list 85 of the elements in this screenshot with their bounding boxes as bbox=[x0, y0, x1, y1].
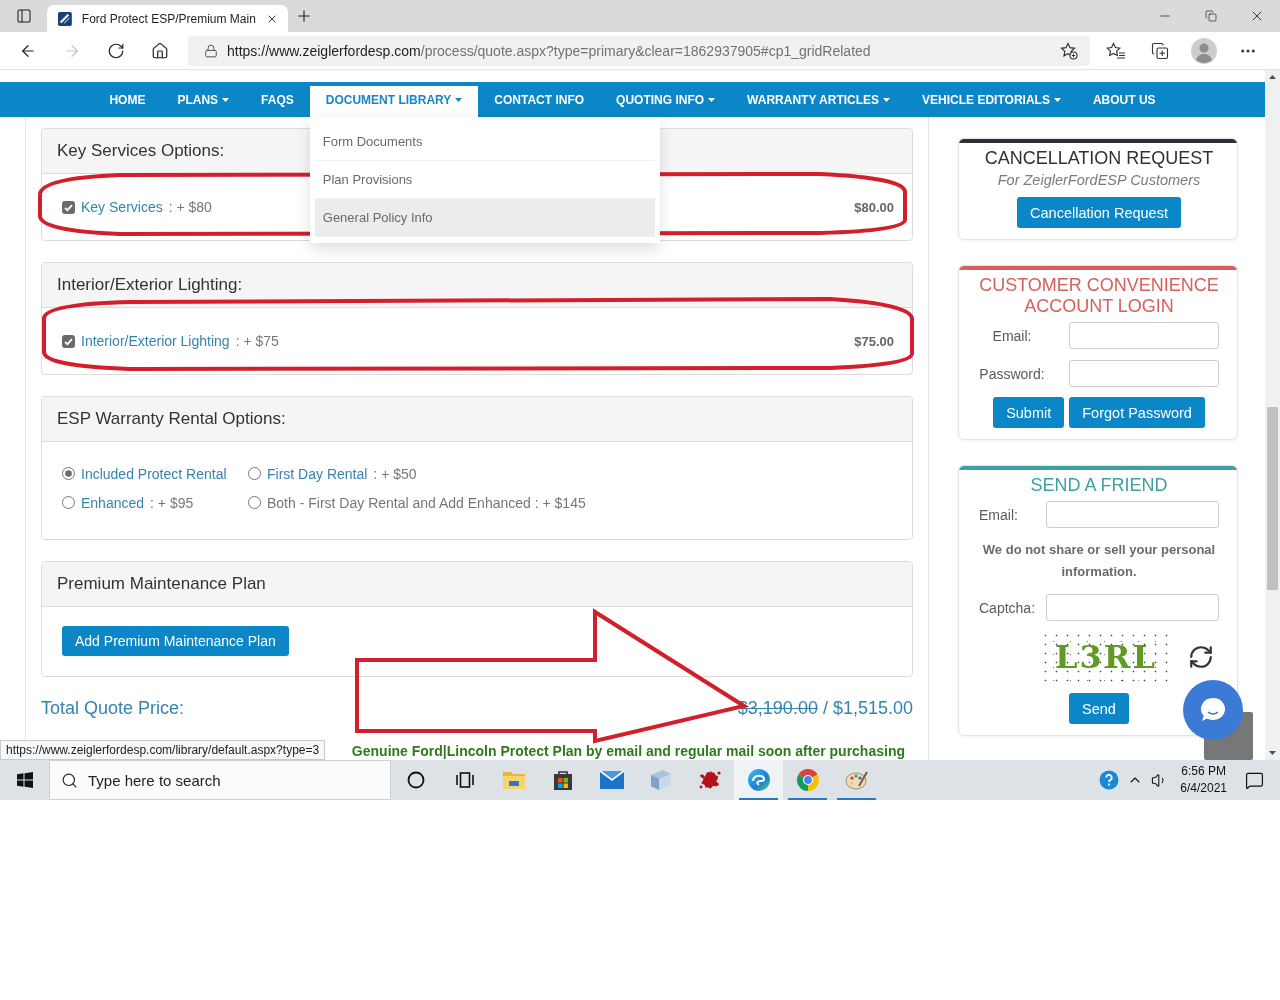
folder-icon bbox=[501, 770, 526, 790]
favorites-icon[interactable] bbox=[1106, 41, 1126, 60]
radio-button[interactable] bbox=[62, 496, 75, 509]
price-amount: $80.00 bbox=[854, 199, 894, 215]
scroll-up-icon[interactable] bbox=[1269, 75, 1276, 79]
scroll-down-icon[interactable] bbox=[1269, 751, 1276, 755]
panel-heading: Premium Maintenance Plan bbox=[42, 562, 912, 607]
nav-link[interactable]: ABOUT US bbox=[1076, 82, 1172, 117]
checkbox[interactable] bbox=[62, 334, 75, 348]
color-wheel-icon bbox=[795, 768, 820, 792]
plus-icon[interactable] bbox=[295, 7, 313, 25]
cube-icon bbox=[648, 769, 673, 791]
option-label: Both - First Day Rental and Add Enhanced : + $145 bbox=[267, 494, 586, 511]
four-panes-icon[interactable] bbox=[16, 772, 33, 788]
option-link[interactable]: First Day Rental bbox=[267, 465, 368, 482]
panel-icon[interactable] bbox=[15, 8, 32, 24]
nav-link[interactable]: FAQS bbox=[245, 82, 310, 117]
option-link[interactable]: Key Services bbox=[81, 199, 163, 215]
nav-link[interactable]: DOCUMENT LIBRARY bbox=[309, 86, 479, 117]
action-button[interactable]: Send bbox=[1069, 693, 1129, 724]
refresh-icon[interactable] bbox=[1188, 644, 1214, 670]
favicon-icon bbox=[58, 10, 72, 27]
nav-link[interactable]: VEHICLE EDITORIALS bbox=[906, 82, 1077, 117]
status-url: https://www.zeiglerfordesp.com/library/default.aspx?type=3 bbox=[0, 740, 326, 760]
card-title: CUSTOMER CONVENIENCE ACCOUNT LOGIN bbox=[979, 275, 1219, 317]
taskbar-search-field[interactable]: Type here to search bbox=[49, 760, 391, 800]
nav-link[interactable]: QUOTING INFO bbox=[600, 82, 732, 117]
card-title: SEND A FRIEND bbox=[1029, 475, 1169, 496]
add-plan-button[interactable]: Add Premium Maintenance Plan bbox=[62, 626, 289, 656]
nav-link[interactable]: PLANS bbox=[161, 82, 246, 117]
action-button[interactable]: Forgot Password bbox=[1069, 397, 1205, 428]
clock-date: 6/4/2021 bbox=[1180, 780, 1227, 797]
option-link[interactable]: Included Protect Rental bbox=[81, 465, 227, 482]
total-price: / $1,515.00 bbox=[822, 697, 913, 719]
option-link[interactable]: Enhanced bbox=[81, 494, 145, 511]
restore-icon[interactable] bbox=[1205, 10, 1217, 22]
radio-button[interactable] bbox=[62, 467, 75, 480]
price-amount: $75.00 bbox=[854, 333, 894, 349]
home-icon[interactable] bbox=[151, 41, 169, 60]
action-button[interactable]: Submit bbox=[993, 397, 1065, 428]
shopping-bag-icon bbox=[551, 769, 574, 791]
input-field[interactable] bbox=[1046, 501, 1219, 528]
total-label: Total Quote Price: bbox=[41, 697, 185, 719]
field-label: Captcha: bbox=[979, 599, 1035, 616]
nav-link[interactable]: WARRANTY ARTICLES bbox=[731, 82, 907, 117]
card-subtitle: For ZeiglerFordESP Customers bbox=[996, 171, 1202, 190]
address-bar[interactable]: https://www.zeiglerfordesp.com/process/quote.aspx?type=primary&clear=1862937905#cp1_gridRelated bbox=[188, 35, 1090, 66]
price-note: : + $50 bbox=[373, 465, 417, 482]
checkbox[interactable] bbox=[62, 200, 75, 214]
field-label: Email: bbox=[991, 327, 1033, 344]
swirl-icon bbox=[746, 768, 771, 792]
lock-icon[interactable] bbox=[204, 43, 218, 58]
price-note: : + $95 bbox=[150, 494, 194, 511]
nav-link[interactable]: CONTACT INFO bbox=[478, 82, 601, 117]
envelope-icon bbox=[599, 771, 624, 789]
avatar-icon[interactable] bbox=[1191, 37, 1217, 64]
option-link[interactable]: Interior/Exterior Lighting bbox=[81, 333, 230, 349]
notice-text: Genuine Ford|Lincoln Protect Plan by email and regular mail soon after purchasing bbox=[351, 743, 905, 759]
privacy-note: We do not share or sell your personal information. bbox=[981, 541, 1217, 581]
message-icon[interactable] bbox=[1245, 770, 1264, 790]
input-field[interactable] bbox=[1046, 594, 1219, 621]
panel-heading: Interior/Exterior Lighting: bbox=[42, 263, 912, 308]
nav-link[interactable]: HOME bbox=[93, 82, 162, 117]
radio-button[interactable] bbox=[248, 467, 261, 480]
star-plus-icon[interactable] bbox=[1060, 41, 1078, 60]
refresh-icon[interactable] bbox=[107, 41, 125, 60]
input-field[interactable] bbox=[1069, 360, 1219, 387]
search-icon bbox=[61, 771, 78, 789]
browser-tab[interactable]: Ford Protect ESP/Premium Main bbox=[47, 5, 288, 32]
ring-icon bbox=[406, 771, 425, 789]
panel-heading: ESP Warranty Rental Options: bbox=[42, 397, 912, 442]
card-title: CANCELLATION REQUEST bbox=[983, 148, 1215, 169]
input-field[interactable] bbox=[1069, 322, 1219, 349]
price-note: : + $75 bbox=[235, 333, 279, 349]
scrollbar-thumb[interactable] bbox=[1267, 407, 1278, 590]
radio-button[interactable] bbox=[248, 496, 261, 509]
field-label: Email: bbox=[979, 506, 1019, 523]
clock-time: 6:56 PM bbox=[1181, 763, 1226, 780]
stacked-windows-icon bbox=[455, 772, 474, 788]
action-button[interactable]: Cancellation Request bbox=[1017, 197, 1181, 228]
field-label: Password: bbox=[979, 365, 1045, 382]
price-note: : + $80 bbox=[168, 199, 212, 215]
menu-item[interactable]: General Policy Info bbox=[314, 199, 655, 237]
collections-icon[interactable] bbox=[1151, 41, 1169, 60]
help-icon[interactable] bbox=[1099, 770, 1120, 790]
